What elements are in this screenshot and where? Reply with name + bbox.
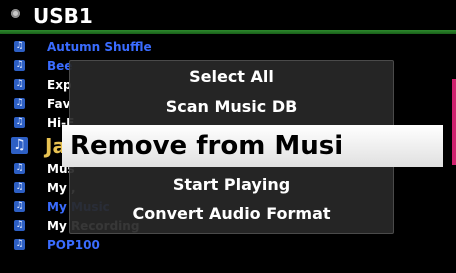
menu-item-scan-music-db[interactable]: Scan Music DB — [70, 97, 393, 116]
menu-item-start-playing[interactable]: Start Playing — [70, 175, 393, 194]
menu-item-select-all[interactable]: Select All — [70, 67, 393, 86]
list-item-label: Exp — [47, 77, 72, 92]
list-item[interactable]: ♫ POP100 — [0, 235, 456, 254]
music-folder-icon: ♫ — [14, 163, 25, 174]
music-folder-icon: ♫ — [11, 137, 28, 154]
page-title: USB1 — [33, 4, 93, 28]
list-item-label: Autumn Shuffle — [47, 39, 152, 54]
music-folder-icon: ♫ — [14, 41, 25, 52]
music-folder-icon: ♫ — [14, 60, 25, 71]
screen: USB1 ♫ Autumn Shuffle ♫ Bee ♫ Exp ♫ Fav … — [0, 0, 456, 273]
music-folder-icon: ♫ — [14, 79, 25, 90]
list-item-label: Fav — [47, 96, 71, 111]
header: USB1 — [0, 0, 456, 34]
list-item-label: POP100 — [47, 237, 100, 252]
music-folder-icon: ♫ — [14, 201, 25, 212]
header-divider — [0, 30, 456, 34]
disk-icon — [11, 9, 20, 18]
music-folder-icon: ♫ — [14, 182, 25, 193]
context-menu: Select All Scan Music DB Remove from Mus… — [62, 60, 443, 234]
music-folder-icon: ♫ — [14, 220, 25, 231]
music-folder-icon: ♫ — [14, 117, 25, 128]
list-item[interactable]: ♫ Autumn Shuffle — [0, 37, 456, 56]
music-folder-icon: ♫ — [14, 98, 25, 109]
music-folder-icon: ♫ — [14, 239, 25, 250]
menu-item-convert-audio-format[interactable]: Convert Audio Format — [70, 204, 393, 223]
menu-item-remove-from-music[interactable]: Remove from Musi — [62, 125, 443, 167]
